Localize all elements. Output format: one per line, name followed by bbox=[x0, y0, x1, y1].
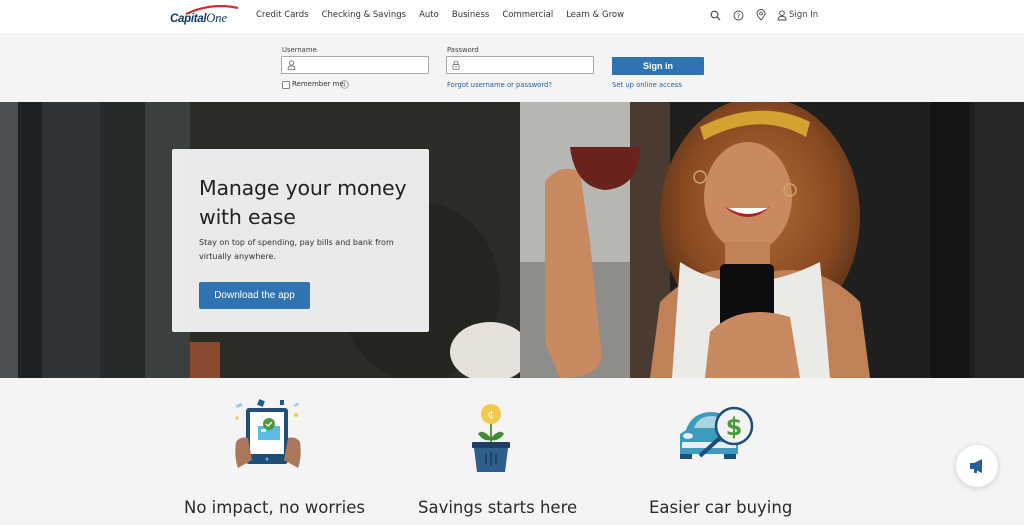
capital-one-logo[interactable]: CapitalOne bbox=[170, 5, 239, 27]
svg-text:$: $ bbox=[726, 413, 743, 441]
tablet-checkmark-icon bbox=[235, 399, 301, 468]
hero-title: Manage your money with ease bbox=[199, 176, 407, 229]
location-icon[interactable] bbox=[754, 8, 768, 22]
svg-text:¢: ¢ bbox=[488, 408, 495, 421]
help-icon[interactable]: ? bbox=[731, 8, 745, 22]
hero-card: Manage your money with ease Stay on top … bbox=[172, 149, 429, 332]
search-icon[interactable] bbox=[708, 8, 722, 22]
feedback-button[interactable] bbox=[956, 445, 998, 487]
user-icon bbox=[287, 60, 296, 70]
password-input[interactable] bbox=[465, 58, 589, 72]
username-label: Username bbox=[282, 46, 317, 54]
info-icon[interactable] bbox=[340, 80, 349, 89]
sign-in-label: Sign In bbox=[789, 10, 819, 20]
lock-icon bbox=[452, 60, 460, 70]
download-app-button[interactable]: Download the app bbox=[199, 282, 310, 309]
feature-title-car-buying: Easier car buying bbox=[649, 498, 793, 517]
hero-subtitle: Stay on top of spending, pay bills and b… bbox=[199, 238, 394, 261]
site-header: CapitalOne Credit Cards Checking & Savin… bbox=[0, 0, 1024, 33]
megaphone-icon bbox=[970, 459, 982, 473]
sign-in-link[interactable]: Sign In bbox=[777, 9, 819, 21]
car-magnifier-icon: $ bbox=[680, 406, 754, 459]
hero-photo bbox=[0, 102, 1024, 378]
main-nav: Credit Cards Checking & Savings Auto Bus… bbox=[256, 10, 637, 20]
sign-in-button[interactable]: Sign in bbox=[612, 57, 704, 75]
password-label: Password bbox=[447, 46, 479, 54]
hero-banner bbox=[0, 102, 1024, 378]
logo-text: CapitalOne bbox=[170, 11, 228, 25]
nav-commercial[interactable]: Commercial bbox=[502, 10, 553, 20]
setup-online-access-link[interactable]: Set up online access bbox=[612, 81, 682, 89]
remember-me-checkbox[interactable] bbox=[282, 81, 290, 89]
coin-plant-icon: ¢ bbox=[472, 404, 510, 472]
user-icon bbox=[777, 9, 787, 20]
nav-auto[interactable]: Auto bbox=[419, 10, 439, 20]
nav-checking-savings[interactable]: Checking & Savings bbox=[322, 10, 407, 20]
username-input[interactable] bbox=[300, 58, 424, 72]
feature-title-savings: Savings starts here bbox=[418, 498, 578, 517]
forgot-credentials-link[interactable]: Forgot username or password? bbox=[447, 81, 552, 89]
header-utility-icons: ? Sign In bbox=[708, 8, 818, 22]
password-field[interactable] bbox=[446, 56, 594, 74]
svg-text:?: ? bbox=[736, 12, 739, 20]
nav-learn-grow[interactable]: Learn & Grow bbox=[566, 10, 624, 20]
username-field[interactable] bbox=[281, 56, 429, 74]
nav-credit-cards[interactable]: Credit Cards bbox=[256, 10, 309, 20]
feature-title-no-impact: No impact, no worries bbox=[184, 498, 365, 517]
nav-business[interactable]: Business bbox=[452, 10, 489, 20]
remember-me-label[interactable]: Remember me bbox=[292, 80, 344, 88]
